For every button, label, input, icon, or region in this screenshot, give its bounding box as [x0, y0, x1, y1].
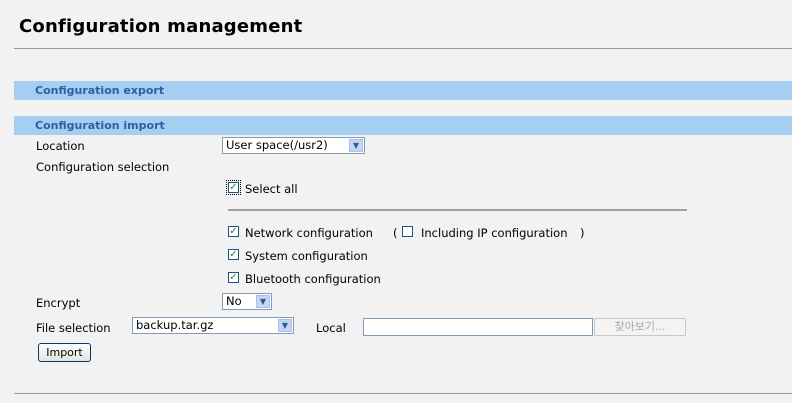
import-button[interactable]: Import — [38, 343, 91, 362]
select-all-label: Select all — [245, 182, 298, 196]
footer-divider — [14, 393, 792, 394]
page-title: Configuration management — [19, 16, 303, 37]
file-selection-label: File selection — [36, 321, 111, 335]
location-label: Location — [36, 139, 85, 153]
bluetooth-configuration-label: Bluetooth configuration — [245, 272, 381, 286]
select-all-checkbox[interactable]: ✓ — [226, 180, 241, 195]
section-import-title: Configuration import — [35, 119, 165, 132]
encrypt-label: Encrypt — [36, 296, 81, 310]
including-ip-checkbox[interactable] — [402, 226, 413, 237]
local-file-input[interactable] — [363, 318, 593, 336]
browse-button[interactable]: 찾아보기... — [594, 318, 686, 336]
section-import-bar: Configuration import — [14, 116, 792, 135]
location-select[interactable]: User space(/usr2) ▼ — [222, 137, 365, 154]
system-configuration-checkbox[interactable]: ✓ — [228, 249, 239, 260]
encrypt-select[interactable]: No ▼ — [222, 293, 272, 310]
including-ip-label: Including IP configuration — [421, 226, 568, 240]
title-divider — [14, 48, 792, 49]
chevron-down-icon: ▼ — [256, 295, 270, 308]
section-export-bar: Configuration export — [14, 81, 792, 100]
local-label: Local — [316, 321, 346, 335]
encrypt-value: No — [226, 294, 242, 308]
check-icon: ✓ — [229, 182, 238, 193]
location-value: User space(/usr2) — [226, 138, 328, 152]
section-export-title: Configuration export — [35, 84, 165, 97]
file-select[interactable]: backup.tar.gz ▼ — [132, 317, 294, 334]
configuration-selection-label: Configuration selection — [36, 160, 170, 174]
file-value: backup.tar.gz — [136, 318, 214, 332]
check-icon: ✓ — [229, 226, 238, 237]
selection-divider — [228, 209, 687, 211]
paren-close: ) — [580, 226, 585, 240]
network-configuration-checkbox[interactable]: ✓ — [228, 226, 239, 237]
chevron-down-icon: ▼ — [349, 139, 363, 152]
paren-open: ( — [393, 226, 398, 240]
network-configuration-label: Network configuration — [245, 226, 373, 240]
check-icon: ✓ — [229, 272, 238, 283]
chevron-down-icon: ▼ — [278, 319, 292, 332]
system-configuration-label: System configuration — [245, 249, 368, 263]
check-icon: ✓ — [229, 249, 238, 260]
bluetooth-configuration-checkbox[interactable]: ✓ — [228, 272, 239, 283]
